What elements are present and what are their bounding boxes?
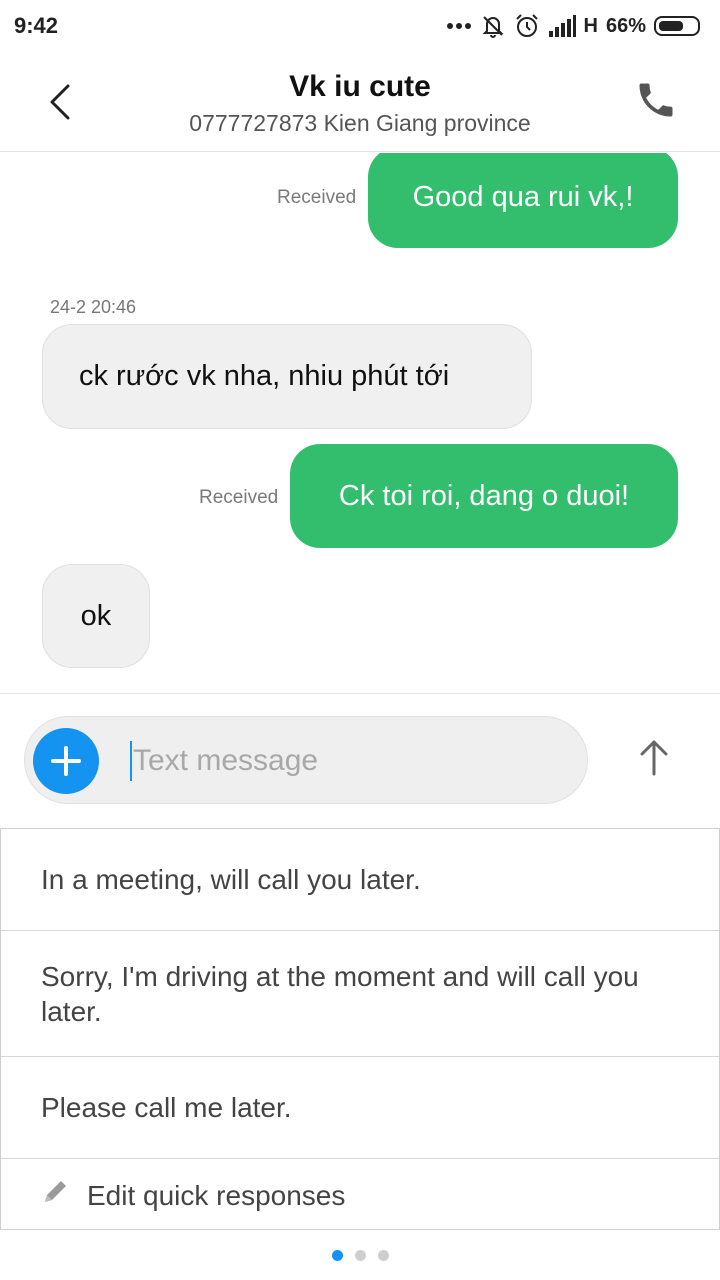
received-message-bubble[interactable]: ok (42, 564, 150, 668)
status-time: 9:42 (14, 13, 59, 38)
add-attachment-button[interactable] (33, 728, 99, 794)
message-thread: Received Good qua rui vk,! 24-2 20:46 ck… (0, 153, 720, 693)
message-timestamp: 24-2 20:46 (50, 297, 137, 317)
battery-icon (654, 16, 700, 36)
quick-response-text: Please call me later. (41, 1092, 292, 1123)
text-cursor (130, 741, 132, 781)
page-dot (331, 1250, 343, 1261)
status-icons: H 66% (446, 13, 700, 39)
quick-response-item[interactable]: Please call me later. (1, 1057, 719, 1159)
message-input[interactable] (133, 739, 563, 783)
battery-level (659, 21, 683, 31)
received-message-bubble[interactable]: ck rước vk nha, nhiu phút tới (42, 324, 532, 429)
network-type: H (583, 14, 598, 37)
quick-response-item[interactable]: In a meeting, will call you later. (1, 829, 719, 931)
edit-quick-responses-button[interactable]: Edit quick responses (1, 1159, 719, 1231)
edit-quick-responses-label: Edit quick responses (87, 1179, 346, 1211)
arrow-up-icon (630, 740, 678, 786)
battery-percent: 66% (605, 14, 646, 37)
call-button[interactable] (634, 78, 682, 126)
sent-message-bubble[interactable]: Ck toi roi, dang o duoi! (290, 444, 678, 548)
divider (0, 693, 720, 694)
more-dots-icon (446, 22, 472, 30)
status-bar: 9:42 H 66% (0, 0, 720, 52)
conversation-header: Vk iu cute 0777727873 Kien Giang provinc… (0, 52, 720, 152)
send-button[interactable] (630, 734, 678, 782)
contact-detail: 0777727873 Kien Giang province (189, 110, 531, 136)
messaging-screen: 9:42 H 66% Vk iu cute 0777727873 Kien Gi… (0, 0, 720, 1280)
quick-response-text: In a meeting, will call you later. (41, 864, 421, 895)
quick-response-item[interactable]: Sorry, I'm driving at the moment and wil… (1, 931, 719, 1057)
message-status: Received (277, 187, 357, 208)
contact-name: Vk iu cute (289, 70, 431, 103)
mute-notifications-icon (480, 13, 506, 39)
signal-icon (548, 15, 576, 37)
pencil-icon (41, 1176, 71, 1214)
alarm-icon (514, 13, 540, 39)
page-indicator (0, 1250, 720, 1261)
page-dot (377, 1250, 389, 1261)
message-status: Received (199, 487, 279, 508)
quick-responses-panel: In a meeting, will call you later. Sorry… (0, 828, 720, 1230)
page-dot (354, 1250, 366, 1261)
message-composer (24, 716, 588, 804)
quick-response-text: Sorry, I'm driving at the moment and wil… (41, 960, 639, 1027)
sent-message-bubble[interactable]: Good qua rui vk,! (368, 153, 678, 248)
phone-icon (634, 83, 678, 126)
